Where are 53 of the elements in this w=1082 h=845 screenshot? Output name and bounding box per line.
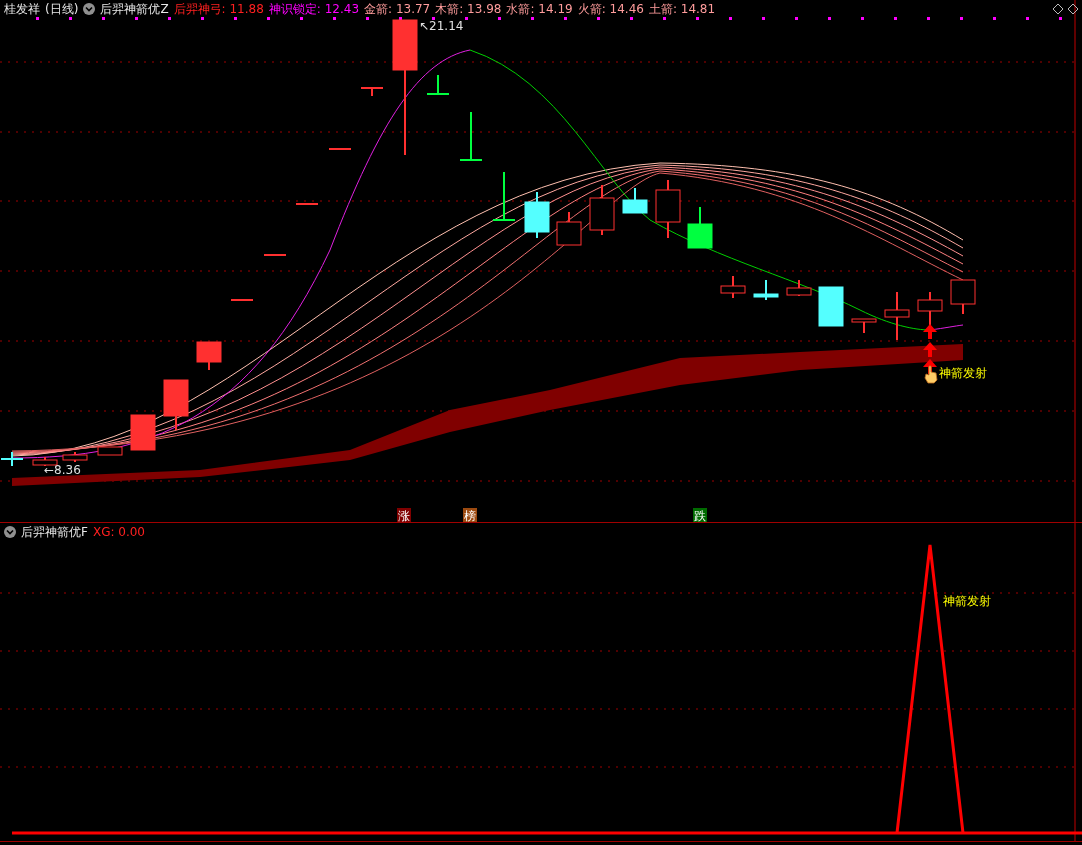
market-badge: 涨 <box>397 508 411 522</box>
indicator-value: 木箭: 13.98 <box>435 2 502 16</box>
indicator-name: 后羿神箭优Z <box>100 2 169 16</box>
candlestick <box>917 291 943 328</box>
indicator-value: 后羿神弓: 11.88 <box>173 2 264 16</box>
indicator-value: 水箭: 14.19 <box>506 2 573 16</box>
candlestick <box>0 451 24 467</box>
candlestick <box>196 341 222 371</box>
indicator-value: 土箭: 14.81 <box>648 2 716 16</box>
candlestick <box>818 286 844 327</box>
indicator-value: 火箭: 14.46 <box>577 2 644 16</box>
candlestick <box>97 446 123 456</box>
candlestick <box>884 291 910 341</box>
candlestick <box>459 111 483 162</box>
signal-label: 神箭发射 <box>943 594 991 608</box>
candlestick <box>589 184 615 236</box>
candlestick <box>62 451 88 463</box>
signal-label: 神箭发射 <box>939 366 987 380</box>
candlestick <box>263 254 287 257</box>
candlestick <box>720 275 746 299</box>
candlestick <box>230 299 254 302</box>
candlestick <box>851 318 877 334</box>
candlestick <box>360 87 384 97</box>
hand-pointer-icon <box>924 365 938 384</box>
dropdown-icon[interactable] <box>83 3 96 15</box>
candlestick <box>426 74 450 96</box>
candlestick <box>687 206 713 249</box>
candlestick <box>32 456 58 467</box>
candlestick <box>295 203 319 206</box>
candlestick <box>163 379 189 431</box>
candlestick <box>524 191 550 239</box>
indicator-value: 神识锁定: 12.43 <box>268 2 360 16</box>
market-badge: 跌 <box>693 508 707 522</box>
candlestick <box>622 187 648 214</box>
candlestick <box>655 179 681 239</box>
candlestick <box>130 414 156 451</box>
up-arrow-icon <box>923 324 937 339</box>
candlestick <box>950 279 976 315</box>
indicator-value: XG: 0.00 <box>92 525 145 539</box>
dropdown-icon[interactable] <box>4 526 16 538</box>
candlestick <box>556 211 582 246</box>
price-low-label: ←8.36 <box>44 463 81 477</box>
indicator-value: 金箭: 13.77 <box>364 2 431 16</box>
candlestick <box>492 171 516 222</box>
period-label: (日线) <box>45 2 79 16</box>
up-arrow-icon <box>923 342 937 357</box>
indicator-name: 后羿神箭优F <box>21 525 88 539</box>
candlestick <box>753 279 779 301</box>
candlestick <box>786 279 812 297</box>
market-badge: 榜 <box>463 508 477 522</box>
price-high-label: ↖21.14 <box>419 19 464 33</box>
stock-name: 桂发祥 <box>4 2 40 16</box>
candlestick <box>328 148 352 151</box>
